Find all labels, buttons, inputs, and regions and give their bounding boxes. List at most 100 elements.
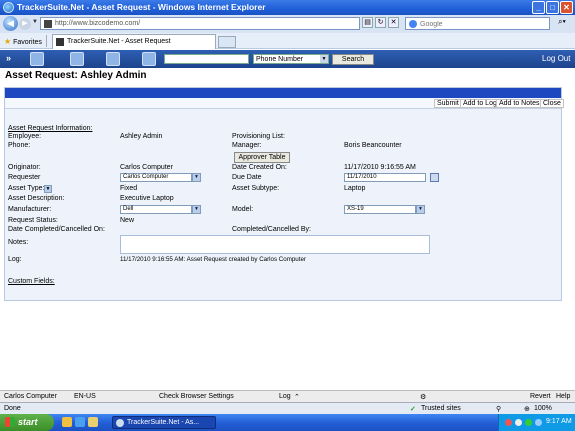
requester-select[interactable]: Carlos Computer ▼ [120,173,201,182]
maximize-button[interactable]: □ [546,1,559,14]
date-completed-label: Date Completed/Cancelled On: [8,226,105,233]
page-status: Done [4,405,21,412]
security-zone[interactable]: Trusted sites [421,405,461,412]
taskbar-clock: 9:17 AM [546,418,572,425]
chevron-down-icon[interactable]: ▼ [192,173,201,182]
quick-launch-folder-icon[interactable] [62,417,72,427]
zoom-icon: ⊕ [524,406,530,413]
site-favicon-icon [44,20,52,28]
expand-menu-icon[interactable]: » [6,53,11,63]
new-tab-button[interactable] [218,36,236,48]
minimize-button[interactable]: _ [532,1,545,14]
model-select[interactable]: XS-19 ▼ [344,205,425,214]
requester-label: Requester [8,174,41,181]
asset-type-dropdown-icon[interactable]: ▼ [44,185,52,193]
web-search-input[interactable] [420,19,545,29]
section-title: Asset Request Information: [8,125,93,132]
submit-button[interactable]: Submit [434,99,462,108]
start-button[interactable]: start [0,414,54,431]
close-button[interactable]: Close [540,99,564,108]
google-icon [409,20,417,28]
revert-link[interactable]: Revert [530,393,551,400]
ie-logo-icon [3,2,14,13]
taskbar-item-label: TrackerSuite.Net - As... [127,419,200,426]
requester-value: Carlos Computer [123,174,169,180]
tab-favicon-icon [56,38,64,46]
forward-button[interactable]: ▶ [19,18,31,30]
manufacturer-select[interactable]: Dell ▼ [120,205,201,214]
search-go-icon[interactable]: ⌕▾ [552,17,572,30]
completed-by-label: Completed/Cancelled By: [232,226,311,233]
asset-description-value: Executive Laptop [120,195,174,202]
help-link[interactable]: Help [556,393,570,400]
address-bar[interactable]: http://www.bizcodemo.com/ [40,17,360,30]
favorites-bar: ★ Favorites TrackerSuite.Net - Asset Req… [0,33,575,49]
address-tools: ▤ ↻ ✕ [362,17,401,30]
dashboard-icon[interactable] [30,52,44,66]
document-icon[interactable] [106,52,120,66]
start-label: start [18,417,38,427]
refresh-icon[interactable]: ↻ [375,17,386,28]
model-label: Model: [232,206,254,213]
close-window-button[interactable]: ✕ [560,1,573,14]
app-search-input[interactable] [164,54,249,64]
recent-pages-dropdown[interactable]: ▼ [32,19,38,25]
manager-label: Manager: [232,142,262,149]
compatibility-icon[interactable]: ▤ [362,17,373,28]
checklist-icon[interactable] [142,52,156,66]
tray-volume-icon[interactable] [535,419,542,426]
asset-type-label: Asset Type: [8,185,45,192]
locale: EN-US [74,393,96,400]
date-created-value: 11/17/2010 9:16:55 AM [344,164,416,171]
provisioning-label: Provisioning List: [232,133,285,140]
notes-label: Notes: [8,239,29,246]
asset-request-form: Submit Add to Log Add to Notes Close Ass… [4,87,564,301]
due-date-input[interactable]: 11/17/2010 [344,173,426,182]
chevron-down-icon[interactable]: ▼ [192,205,201,214]
quick-launch-explorer-icon[interactable] [88,417,98,427]
request-status-value: New [120,217,135,224]
windows-logo-icon [5,417,15,427]
model-value: XS-19 [347,206,364,212]
asset-subtype-label: Asset Subtype: [232,185,280,192]
asset-type-value: Fixed [120,185,138,192]
due-date-label: Due Date [232,174,262,181]
tray-security-icon[interactable] [505,419,512,426]
zoom-level[interactable]: 100% [534,405,552,412]
add-to-notes-button[interactable]: Add to Notes [496,99,543,108]
search-type-select[interactable]: Phone Number ▼ [253,54,329,64]
notes-textarea[interactable] [120,235,430,254]
app-status-bar: Carlos Computer EN-US Check Browser Sett… [0,390,575,402]
tools-icon[interactable]: ⚙ [420,393,426,401]
tray-network-icon[interactable] [515,419,522,426]
log-link[interactable]: Log [279,393,291,400]
web-search-box[interactable] [405,17,550,30]
back-button[interactable]: ◀ [3,16,18,31]
log-arrow-icon[interactable]: ⌃ [294,393,300,401]
add-to-log-button[interactable]: Add to Log [460,99,500,108]
calendar-icon[interactable] [430,173,439,182]
protected-mode-icon[interactable]: ⚲ [496,405,501,413]
globe-icon[interactable] [70,52,84,66]
trusted-sites-check-icon: ✓ [410,406,416,413]
window-title-bar: TrackerSuite.Net - Asset Request - Windo… [0,0,575,15]
stop-icon[interactable]: ✕ [388,17,399,28]
logout-link[interactable]: Log Out [542,54,570,63]
browser-tab-active[interactable]: TrackerSuite.Net - Asset Request [52,34,216,49]
asset-description-label: Asset Description: [8,195,65,202]
address-url: http://www.bizcodemo.com/ [55,20,141,27]
quick-launch-ie-icon[interactable] [75,417,85,427]
check-browser-settings-link[interactable]: Check Browser Settings [159,393,234,400]
system-tray: 9:17 AM [498,414,575,431]
search-type-value: Phone Number [256,56,304,63]
taskbar-item-ie[interactable]: TrackerSuite.Net - As... [112,416,216,429]
manager-value: Boris Beancounter [344,142,402,149]
manufacturer-value: Dell [123,206,134,212]
chevron-down-icon[interactable]: ▼ [416,205,425,214]
tray-status-icon[interactable] [525,419,532,426]
favorites-button[interactable]: ★ Favorites [4,37,42,46]
approver-table-button[interactable]: Approver Table [234,152,290,163]
search-button[interactable]: Search [332,54,374,65]
request-status-label: Request Status: [8,217,58,224]
date-created-label: Date Created On: [232,164,287,171]
